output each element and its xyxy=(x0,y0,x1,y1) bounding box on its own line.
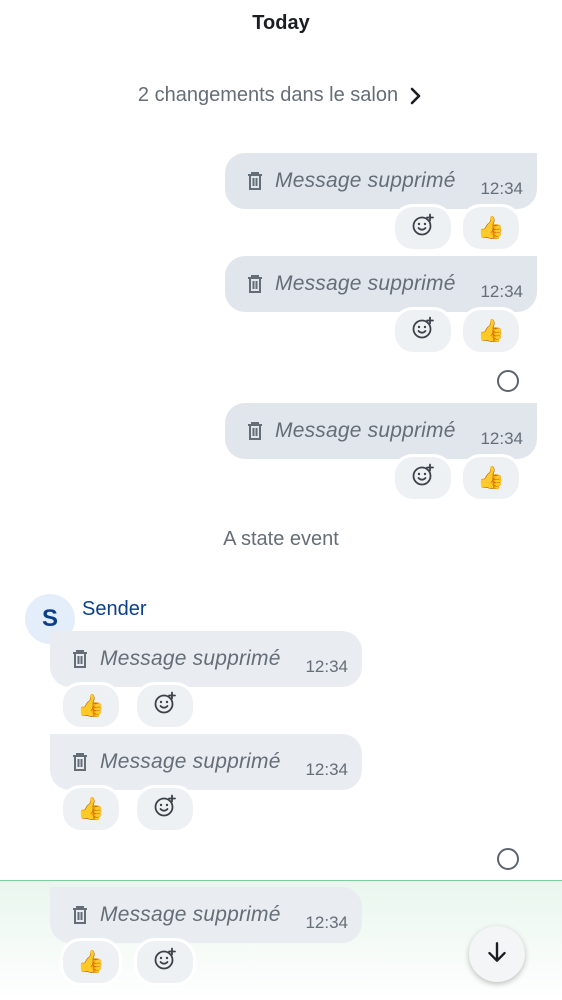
trash-icon xyxy=(245,420,265,442)
message-text: Message supprimé xyxy=(275,419,456,442)
arrow-down-icon xyxy=(484,939,510,970)
read-receipt-icon[interactable] xyxy=(497,848,519,870)
add-reaction-icon xyxy=(153,691,177,721)
chevron-right-icon xyxy=(408,86,424,106)
day-separator: Today xyxy=(252,12,310,34)
read-receipt-icon[interactable] xyxy=(497,370,519,392)
message-timestamp: 12:34 xyxy=(480,429,523,448)
message-timestamp: 12:34 xyxy=(305,913,348,932)
reaction-pill[interactable]: 👍 xyxy=(460,204,522,252)
sender-name[interactable]: Sender xyxy=(82,598,147,621)
add-reaction-icon xyxy=(411,316,435,346)
thumbs-up-emoji: 👍 xyxy=(477,215,505,240)
thumbs-up-emoji: 👍 xyxy=(477,465,505,490)
add-reaction-button[interactable] xyxy=(134,938,196,986)
thumbs-up-emoji: 👍 xyxy=(77,693,105,718)
outgoing-message-bubble[interactable]: Message supprimé 12:34 xyxy=(225,403,537,459)
add-reaction-icon xyxy=(411,463,435,493)
outgoing-message-bubble[interactable]: Message supprimé 12:34 xyxy=(225,256,537,312)
scroll-to-bottom-button[interactable] xyxy=(469,926,525,982)
message-timestamp: 12:34 xyxy=(305,760,348,779)
reaction-pill[interactable]: 👍 xyxy=(460,307,522,355)
add-reaction-button[interactable] xyxy=(134,682,196,730)
message-text: Message supprimé xyxy=(100,903,281,926)
add-reaction-button[interactable] xyxy=(392,204,454,252)
message-text: Message supprimé xyxy=(100,750,281,773)
thumbs-up-emoji: 👍 xyxy=(77,796,105,821)
reaction-pill[interactable]: 👍 xyxy=(60,682,122,730)
add-reaction-button[interactable] xyxy=(392,454,454,502)
incoming-message-bubble[interactable]: Message supprimé 12:34 xyxy=(50,887,362,943)
room-changes-label: 2 changements dans le salon xyxy=(137,84,399,106)
trash-icon xyxy=(70,751,90,773)
add-reaction-icon xyxy=(153,947,177,977)
timeline-screen: Today 2 changements dans le salon Messag… xyxy=(0,0,562,1000)
incoming-message-bubble[interactable]: Message supprimé 12:34 xyxy=(50,734,362,790)
message-text: Message supprimé xyxy=(275,272,456,295)
room-changes-row[interactable]: 2 changements dans le salon xyxy=(0,84,562,107)
trash-icon xyxy=(70,648,90,670)
add-reaction-icon xyxy=(411,213,435,243)
state-event-label: A state event xyxy=(223,528,339,550)
message-text: Message supprimé xyxy=(100,647,281,670)
reaction-pill[interactable]: 👍 xyxy=(60,938,122,986)
trash-icon xyxy=(245,170,265,192)
message-timestamp: 12:34 xyxy=(480,179,523,198)
add-reaction-button[interactable] xyxy=(392,307,454,355)
message-timestamp: 12:34 xyxy=(480,282,523,301)
thumbs-up-emoji: 👍 xyxy=(77,949,105,974)
outgoing-message-bubble[interactable]: Message supprimé 12:34 xyxy=(225,153,537,209)
add-reaction-icon xyxy=(153,794,177,824)
trash-icon xyxy=(245,273,265,295)
message-text: Message supprimé xyxy=(275,169,456,192)
reaction-pill[interactable]: 👍 xyxy=(460,454,522,502)
add-reaction-button[interactable] xyxy=(134,785,196,833)
trash-icon xyxy=(70,904,90,926)
incoming-message-bubble[interactable]: Message supprimé 12:34 xyxy=(50,631,362,687)
thumbs-up-emoji: 👍 xyxy=(477,318,505,343)
reaction-pill[interactable]: 👍 xyxy=(60,785,122,833)
message-timestamp: 12:34 xyxy=(305,657,348,676)
